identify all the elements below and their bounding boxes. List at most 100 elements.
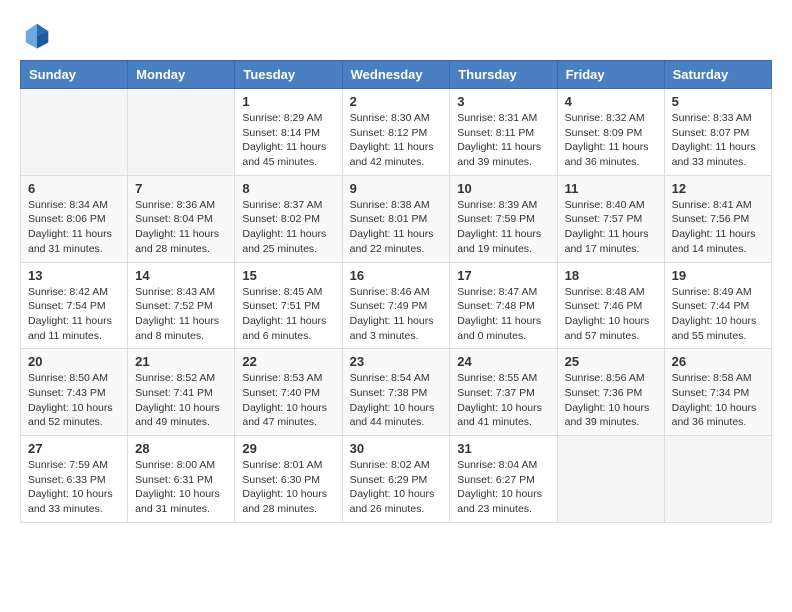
day-info: Sunrise: 8:43 AM Sunset: 7:52 PM Dayligh… — [135, 285, 227, 344]
calendar-cell: 11 Sunrise: 8:40 AM Sunset: 7:57 PM Dayli… — [557, 175, 664, 262]
day-info: Sunrise: 8:38 AM Sunset: 8:01 PM Dayligh… — [350, 198, 443, 257]
calendar-weekday-header: Thursday — [450, 61, 557, 89]
day-info: Sunrise: 8:47 AM Sunset: 7:48 PM Dayligh… — [457, 285, 549, 344]
page-header — [20, 20, 772, 50]
calendar-cell: 3 Sunrise: 8:31 AM Sunset: 8:11 PM Daylig… — [450, 89, 557, 176]
calendar-cell — [664, 436, 771, 523]
day-number: 18 — [565, 268, 657, 283]
day-number: 30 — [350, 441, 443, 456]
logo-icon — [22, 20, 52, 50]
calendar-cell: 24 Sunrise: 8:55 AM Sunset: 7:37 PM Dayli… — [450, 349, 557, 436]
day-number: 9 — [350, 181, 443, 196]
day-number: 24 — [457, 354, 549, 369]
day-info: Sunrise: 8:00 AM Sunset: 6:31 PM Dayligh… — [135, 458, 227, 517]
day-number: 2 — [350, 94, 443, 109]
day-info: Sunrise: 8:54 AM Sunset: 7:38 PM Dayligh… — [350, 371, 443, 430]
calendar-cell: 23 Sunrise: 8:54 AM Sunset: 7:38 PM Dayli… — [342, 349, 450, 436]
calendar-cell: 29 Sunrise: 8:01 AM Sunset: 6:30 PM Dayli… — [235, 436, 342, 523]
calendar-cell: 21 Sunrise: 8:52 AM Sunset: 7:41 PM Dayli… — [128, 349, 235, 436]
day-number: 11 — [565, 181, 657, 196]
day-info: Sunrise: 8:02 AM Sunset: 6:29 PM Dayligh… — [350, 458, 443, 517]
calendar-cell: 2 Sunrise: 8:30 AM Sunset: 8:12 PM Daylig… — [342, 89, 450, 176]
day-number: 27 — [28, 441, 120, 456]
day-number: 20 — [28, 354, 120, 369]
calendar-cell: 4Sunrise: 8:32 AM Sunset: 8:09 PM Daylig… — [557, 89, 664, 176]
day-info: Sunrise: 8:52 AM Sunset: 7:41 PM Dayligh… — [135, 371, 227, 430]
day-number: 14 — [135, 268, 227, 283]
calendar-cell — [21, 89, 128, 176]
calendar-cell: 9 Sunrise: 8:38 AM Sunset: 8:01 PM Daylig… — [342, 175, 450, 262]
day-number: 5 — [672, 94, 764, 109]
day-info: Sunrise: 8:04 AM Sunset: 6:27 PM Dayligh… — [457, 458, 549, 517]
day-info: Sunrise: 8:48 AM Sunset: 7:46 PM Dayligh… — [565, 285, 657, 344]
day-info: Sunrise: 8:40 AM Sunset: 7:57 PM Dayligh… — [565, 198, 657, 257]
calendar-cell: 22 Sunrise: 8:53 AM Sunset: 7:40 PM Dayli… — [235, 349, 342, 436]
calendar-cell: 14 Sunrise: 8:43 AM Sunset: 7:52 PM Dayli… — [128, 262, 235, 349]
day-info: Sunrise: 8:33 AM Sunset: 8:07 PM Dayligh… — [672, 111, 764, 170]
day-number: 31 — [457, 441, 549, 456]
calendar-cell: 10 Sunrise: 8:39 AM Sunset: 7:59 PM Dayli… — [450, 175, 557, 262]
day-number: 28 — [135, 441, 227, 456]
day-info: Sunrise: 8:31 AM Sunset: 8:11 PM Dayligh… — [457, 111, 549, 170]
day-number: 25 — [565, 354, 657, 369]
day-number: 8 — [242, 181, 334, 196]
day-number: 26 — [672, 354, 764, 369]
day-number: 19 — [672, 268, 764, 283]
calendar-header-row: SundayMondayTuesdayWednesdayThursdayFrid… — [21, 61, 772, 89]
calendar-week-row: 1Sunrise: 8:29 AM Sunset: 8:14 PM Daylig… — [21, 89, 772, 176]
calendar-cell: 27 Sunrise: 7:59 AM Sunset: 6:33 PM Dayli… — [21, 436, 128, 523]
day-info: Sunrise: 8:41 AM Sunset: 7:56 PM Dayligh… — [672, 198, 764, 257]
day-info: Sunrise: 8:53 AM Sunset: 7:40 PM Dayligh… — [242, 371, 334, 430]
day-number: 22 — [242, 354, 334, 369]
day-number: 7 — [135, 181, 227, 196]
day-number: 12 — [672, 181, 764, 196]
day-info: Sunrise: 8:30 AM Sunset: 8:12 PM Dayligh… — [350, 111, 443, 170]
calendar-cell: 19 Sunrise: 8:49 AM Sunset: 7:44 PM Dayli… — [664, 262, 771, 349]
calendar-week-row: 6Sunrise: 8:34 AM Sunset: 8:06 PM Daylig… — [21, 175, 772, 262]
calendar-week-row: 13 Sunrise: 8:42 AM Sunset: 7:54 PM Dayli… — [21, 262, 772, 349]
day-number: 10 — [457, 181, 549, 196]
day-number: 23 — [350, 354, 443, 369]
day-info: Sunrise: 7:59 AM Sunset: 6:33 PM Dayligh… — [28, 458, 120, 517]
calendar-cell: 16Sunrise: 8:46 AM Sunset: 7:49 PM Dayli… — [342, 262, 450, 349]
calendar-cell — [557, 436, 664, 523]
day-info: Sunrise: 8:39 AM Sunset: 7:59 PM Dayligh… — [457, 198, 549, 257]
day-number: 3 — [457, 94, 549, 109]
calendar-cell: 12 Sunrise: 8:41 AM Sunset: 7:56 PM Dayli… — [664, 175, 771, 262]
calendar-cell: 26 Sunrise: 8:58 AM Sunset: 7:34 PM Dayli… — [664, 349, 771, 436]
calendar-week-row: 27 Sunrise: 7:59 AM Sunset: 6:33 PM Dayli… — [21, 436, 772, 523]
day-number: 21 — [135, 354, 227, 369]
calendar-cell: 20 Sunrise: 8:50 AM Sunset: 7:43 PM Dayli… — [21, 349, 128, 436]
day-info: Sunrise: 8:36 AM Sunset: 8:04 PM Dayligh… — [135, 198, 227, 257]
day-info: Sunrise: 8:49 AM Sunset: 7:44 PM Dayligh… — [672, 285, 764, 344]
day-info: Sunrise: 8:45 AM Sunset: 7:51 PM Dayligh… — [242, 285, 334, 344]
day-info: Sunrise: 8:56 AM Sunset: 7:36 PM Dayligh… — [565, 371, 657, 430]
calendar-cell: 28 Sunrise: 8:00 AM Sunset: 6:31 PM Dayli… — [128, 436, 235, 523]
day-number: 1 — [242, 94, 334, 109]
day-info: Sunrise: 8:01 AM Sunset: 6:30 PM Dayligh… — [242, 458, 334, 517]
day-number: 13 — [28, 268, 120, 283]
calendar-week-row: 20 Sunrise: 8:50 AM Sunset: 7:43 PM Dayli… — [21, 349, 772, 436]
day-number: 4 — [565, 94, 657, 109]
calendar-weekday-header: Tuesday — [235, 61, 342, 89]
calendar-cell: 1Sunrise: 8:29 AM Sunset: 8:14 PM Daylig… — [235, 89, 342, 176]
calendar-cell: 13 Sunrise: 8:42 AM Sunset: 7:54 PM Dayli… — [21, 262, 128, 349]
calendar-weekday-header: Wednesday — [342, 61, 450, 89]
day-info: Sunrise: 8:58 AM Sunset: 7:34 PM Dayligh… — [672, 371, 764, 430]
calendar-cell: 17Sunrise: 8:47 AM Sunset: 7:48 PM Dayli… — [450, 262, 557, 349]
day-info: Sunrise: 8:34 AM Sunset: 8:06 PM Dayligh… — [28, 198, 120, 257]
day-info: Sunrise: 8:50 AM Sunset: 7:43 PM Dayligh… — [28, 371, 120, 430]
day-number: 29 — [242, 441, 334, 456]
calendar-cell — [128, 89, 235, 176]
calendar-weekday-header: Saturday — [664, 61, 771, 89]
calendar-cell: 31 Sunrise: 8:04 AM Sunset: 6:27 PM Dayli… — [450, 436, 557, 523]
day-info: Sunrise: 8:55 AM Sunset: 7:37 PM Dayligh… — [457, 371, 549, 430]
calendar-weekday-header: Friday — [557, 61, 664, 89]
calendar-cell: 8 Sunrise: 8:37 AM Sunset: 8:02 PM Daylig… — [235, 175, 342, 262]
calendar-cell: 7 Sunrise: 8:36 AM Sunset: 8:04 PM Daylig… — [128, 175, 235, 262]
calendar-cell: 15Sunrise: 8:45 AM Sunset: 7:51 PM Dayli… — [235, 262, 342, 349]
day-info: Sunrise: 8:37 AM Sunset: 8:02 PM Dayligh… — [242, 198, 334, 257]
calendar-weekday-header: Monday — [128, 61, 235, 89]
day-info: Sunrise: 8:42 AM Sunset: 7:54 PM Dayligh… — [28, 285, 120, 344]
day-info: Sunrise: 8:46 AM Sunset: 7:49 PM Dayligh… — [350, 285, 443, 344]
